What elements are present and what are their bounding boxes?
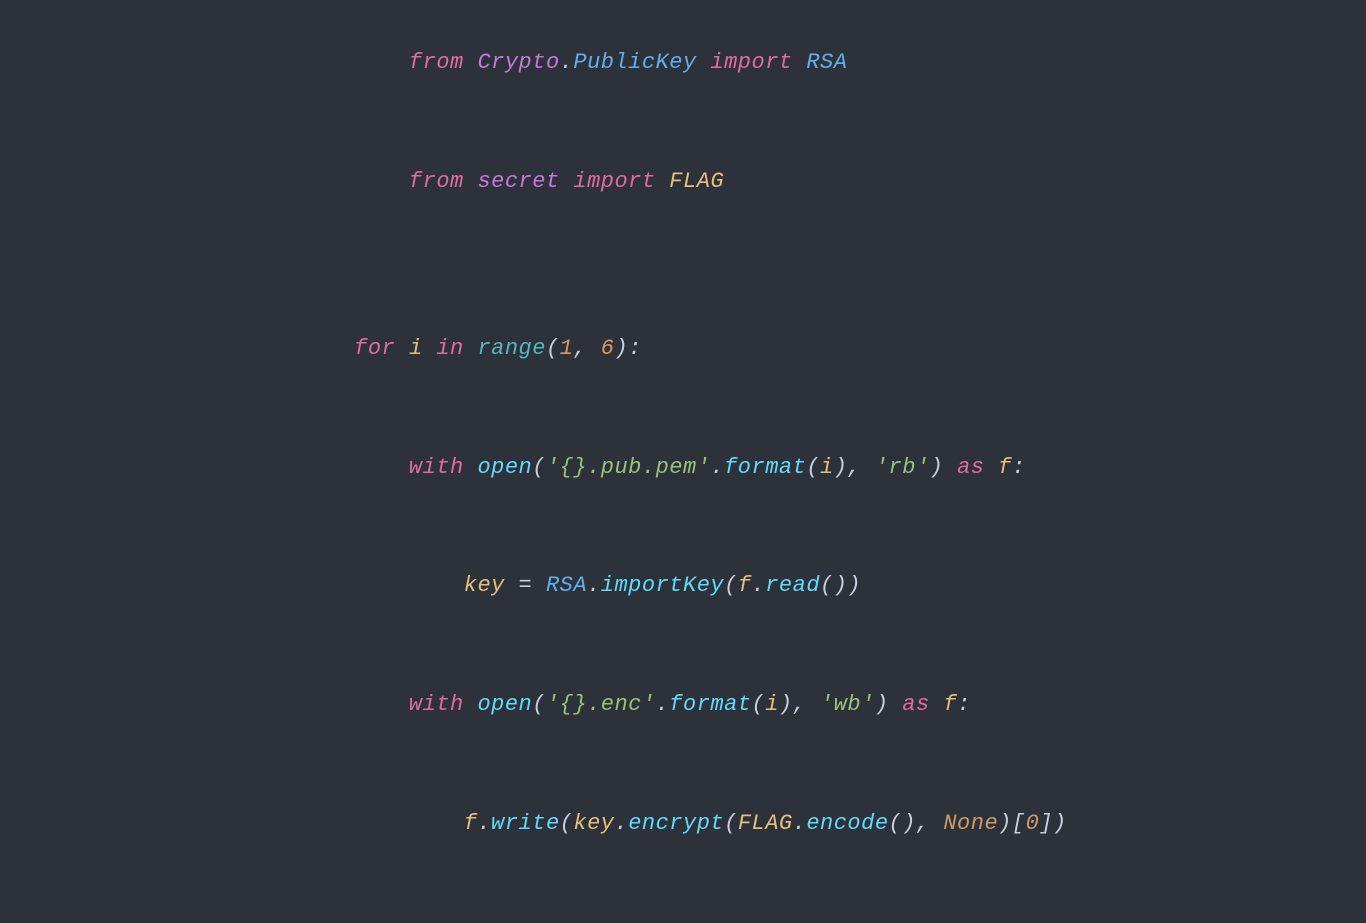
line-for: for i in range(1, 6): [299,289,1066,408]
line-write: f.write(key.encrypt(FLAG.encode(), None)… [299,764,1066,883]
blank-line-2 [299,265,1066,289]
blank-line [299,241,1066,265]
line-import1: from Crypto.PublicKey import RSA [299,4,1066,123]
line-with2: with open('{}.enc'.format(i), 'wb') as f… [299,646,1066,765]
line-import2: from secret import FLAG [299,122,1066,241]
code-block: #!/usr/bin/env python3 from Crypto.Publi… [239,0,1126,923]
line-with1: with open('{}.pub.pem'.format(i), 'rb') … [299,408,1066,527]
line-key: key = RSA.importKey(f.read()) [299,527,1066,646]
